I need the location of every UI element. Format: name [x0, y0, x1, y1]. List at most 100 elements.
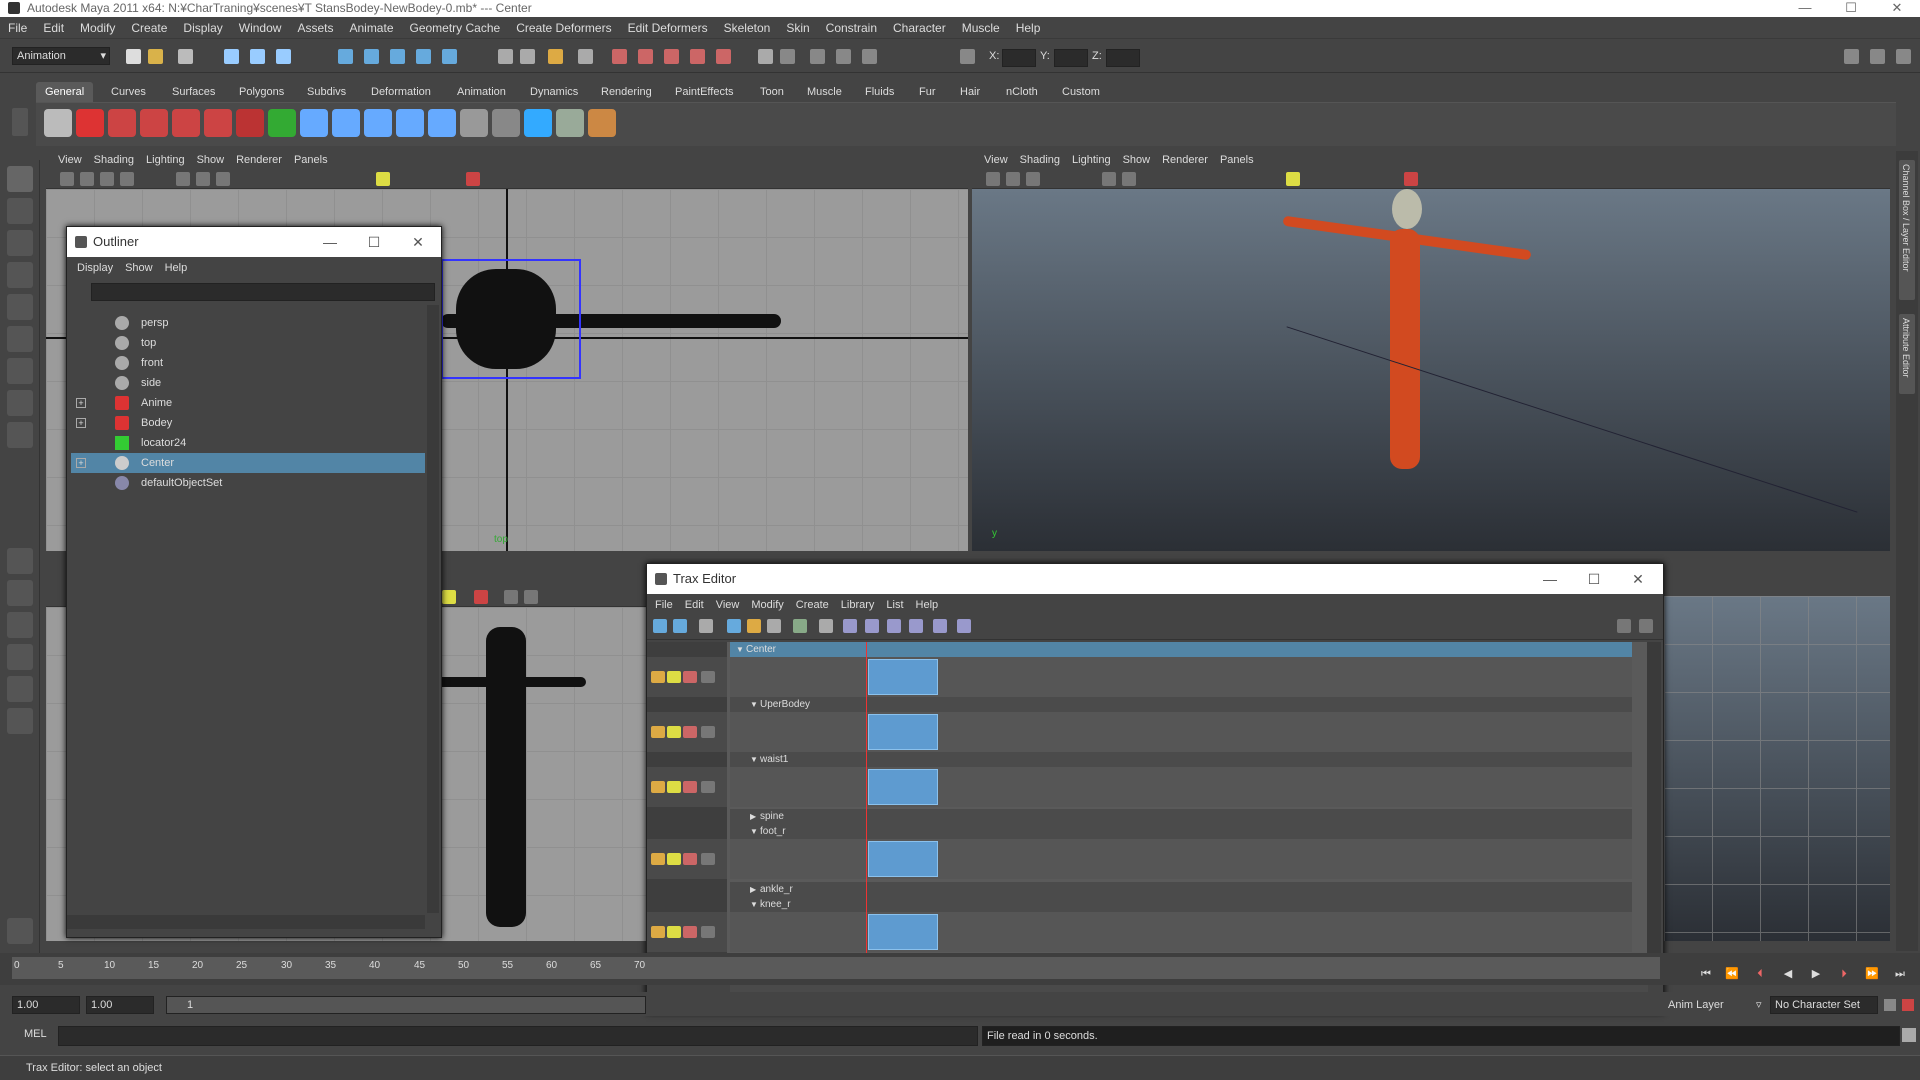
render-frame-icon[interactable] [612, 49, 627, 64]
paint-weights-icon[interactable] [236, 109, 264, 137]
outliner-menu-show[interactable]: Show [119, 257, 159, 279]
outliner-filter-input[interactable] [91, 283, 435, 301]
shelf-tab-fluids[interactable]: Fluids [856, 82, 903, 102]
single-pane-layout-icon[interactable] [7, 548, 33, 574]
merge-clip-icon[interactable] [865, 619, 879, 633]
constraint-icon[interactable] [268, 109, 296, 137]
play-backward-icon[interactable]: ◀ [1778, 965, 1798, 983]
bookmark-icon[interactable] [1026, 172, 1040, 186]
question-icon[interactable] [76, 109, 104, 137]
select-component-icon[interactable] [276, 49, 291, 64]
outliner-item-center[interactable]: + Center [71, 453, 425, 473]
camera-select-icon[interactable] [60, 172, 74, 186]
select-hierarchy-icon[interactable] [224, 49, 239, 64]
graph-layout-icon[interactable] [7, 676, 33, 702]
go-to-end-icon[interactable]: ⏭ [1890, 965, 1910, 983]
blend-clip-icon[interactable] [887, 619, 901, 633]
history-icon[interactable] [498, 49, 513, 64]
outliner-minimize-button[interactable]: — [307, 227, 353, 257]
trax-maximize-button[interactable]: ☐ [1571, 564, 1617, 594]
construction-history-icon[interactable] [578, 49, 593, 64]
side-view-canvas[interactable] [1664, 596, 1890, 941]
outliner-title-bar[interactable]: Outliner — ☐ ✕ [67, 227, 441, 257]
ik-spline-icon[interactable] [172, 109, 200, 137]
animation-clip[interactable] [868, 659, 938, 695]
time-slider-track[interactable] [12, 957, 1660, 979]
graph-curve-icon[interactable] [793, 619, 807, 633]
key-settings-icon[interactable] [1884, 999, 1896, 1011]
menu-create[interactable]: Create [123, 17, 175, 39]
trax-minimize-button[interactable]: — [1527, 564, 1573, 594]
outliner-menu-help[interactable]: Help [159, 257, 194, 279]
step-forward-icon[interactable]: ⏩ [1862, 965, 1882, 983]
shelf-tab-general[interactable]: General [36, 82, 94, 102]
hypershade-icon[interactable] [716, 49, 731, 64]
vp-menu-view[interactable]: View [52, 151, 88, 169]
vp-menu-renderer[interactable]: Renderer [230, 151, 288, 169]
vp-menu-shading[interactable]: Shading [1014, 151, 1066, 169]
outliner-item-anime[interactable]: + Anime [71, 393, 425, 413]
outliner-close-button[interactable]: ✕ [395, 227, 441, 257]
shelf-menu-icon[interactable] [12, 108, 28, 136]
anim-layer-label[interactable]: Anim Layer [1668, 999, 1724, 1011]
step-back-icon[interactable]: ⏪ [1722, 965, 1742, 983]
input-line-icon[interactable] [758, 49, 773, 64]
shelf-tab-painteffects[interactable]: PaintEffects [666, 82, 743, 102]
lights-icon[interactable] [442, 590, 456, 604]
solo-track-icon[interactable] [667, 926, 681, 938]
snap-grid-icon[interactable] [338, 49, 353, 64]
layout-toggle-icon[interactable] [1639, 619, 1653, 633]
outliner-layout-icon[interactable] [7, 644, 33, 670]
collapse-arrow-icon[interactable]: ▼ [750, 752, 758, 767]
shelf-tab-muscle[interactable]: Muscle [798, 82, 851, 102]
wireframe-icon[interactable] [504, 590, 518, 604]
rotate-tool-icon[interactable] [7, 294, 33, 320]
brush-icon[interactable] [588, 109, 616, 137]
solo-track-icon[interactable] [667, 853, 681, 865]
menu-edit[interactable]: Edit [35, 17, 72, 39]
mute-track-icon[interactable] [683, 726, 697, 738]
new-scene-icon[interactable] [126, 49, 141, 64]
close-button[interactable]: ✕ [1874, 0, 1920, 17]
lock-track-icon[interactable] [651, 781, 665, 793]
snap-live-icon[interactable] [442, 49, 457, 64]
lasso-select-bottom-icon[interactable] [7, 918, 33, 944]
vp-menu-show[interactable]: Show [1117, 151, 1157, 169]
select-object-icon[interactable] [250, 49, 265, 64]
smooth-shade-icon[interactable] [524, 590, 538, 604]
last-tool-icon[interactable] [7, 422, 33, 448]
trax-title-bar[interactable]: Trax Editor — ☐ ✕ [647, 564, 1663, 594]
settings-layout-icon[interactable] [1896, 49, 1911, 64]
channel-box-icon[interactable] [862, 49, 877, 64]
animation-clip[interactable] [868, 914, 938, 950]
move-tool-icon[interactable] [7, 262, 33, 288]
trax-menu-create[interactable]: Create [790, 594, 835, 616]
menu-modify[interactable]: Modify [72, 17, 123, 39]
trax-menu-file[interactable]: File [649, 594, 679, 616]
scale-tool-icon[interactable] [7, 326, 33, 352]
create-clip-icon[interactable] [673, 619, 687, 633]
shelf-tab-custom[interactable]: Custom [1053, 82, 1109, 102]
menu-set-dropdown[interactable]: Animation ▾ [12, 47, 110, 65]
blend-icon[interactable] [428, 109, 456, 137]
collapse-arrow-icon[interactable]: ▼ [750, 697, 758, 712]
render-settings-icon[interactable] [664, 49, 679, 64]
z-field[interactable] [1106, 49, 1140, 67]
trax-menu-edit[interactable]: Edit [679, 594, 710, 616]
character-set-dropdown[interactable]: No Character Set [1770, 996, 1878, 1014]
snap-plane-icon[interactable] [416, 49, 431, 64]
add-track-icon[interactable] [701, 726, 715, 738]
graph-editor-icon[interactable] [556, 109, 584, 137]
go-to-start-icon[interactable]: ⏮ [1696, 965, 1716, 983]
two-pane-layout-icon[interactable] [7, 612, 33, 638]
animation-clip[interactable] [868, 769, 938, 805]
add-track-icon[interactable] [701, 781, 715, 793]
attribute-editor-tab[interactable]: Attribute Editor [1899, 314, 1915, 394]
shelf-tab-fur[interactable]: Fur [910, 82, 945, 102]
shelf-tab-surfaces[interactable]: Surfaces [163, 82, 224, 102]
outliner-item-defaultobjectset[interactable]: defaultObjectSet [71, 473, 425, 493]
shelf-tab-curves[interactable]: Curves [102, 82, 155, 102]
view-toggle-icon[interactable] [1617, 619, 1631, 633]
wireframe-icon[interactable] [176, 172, 190, 186]
add-track-icon[interactable] [701, 671, 715, 683]
